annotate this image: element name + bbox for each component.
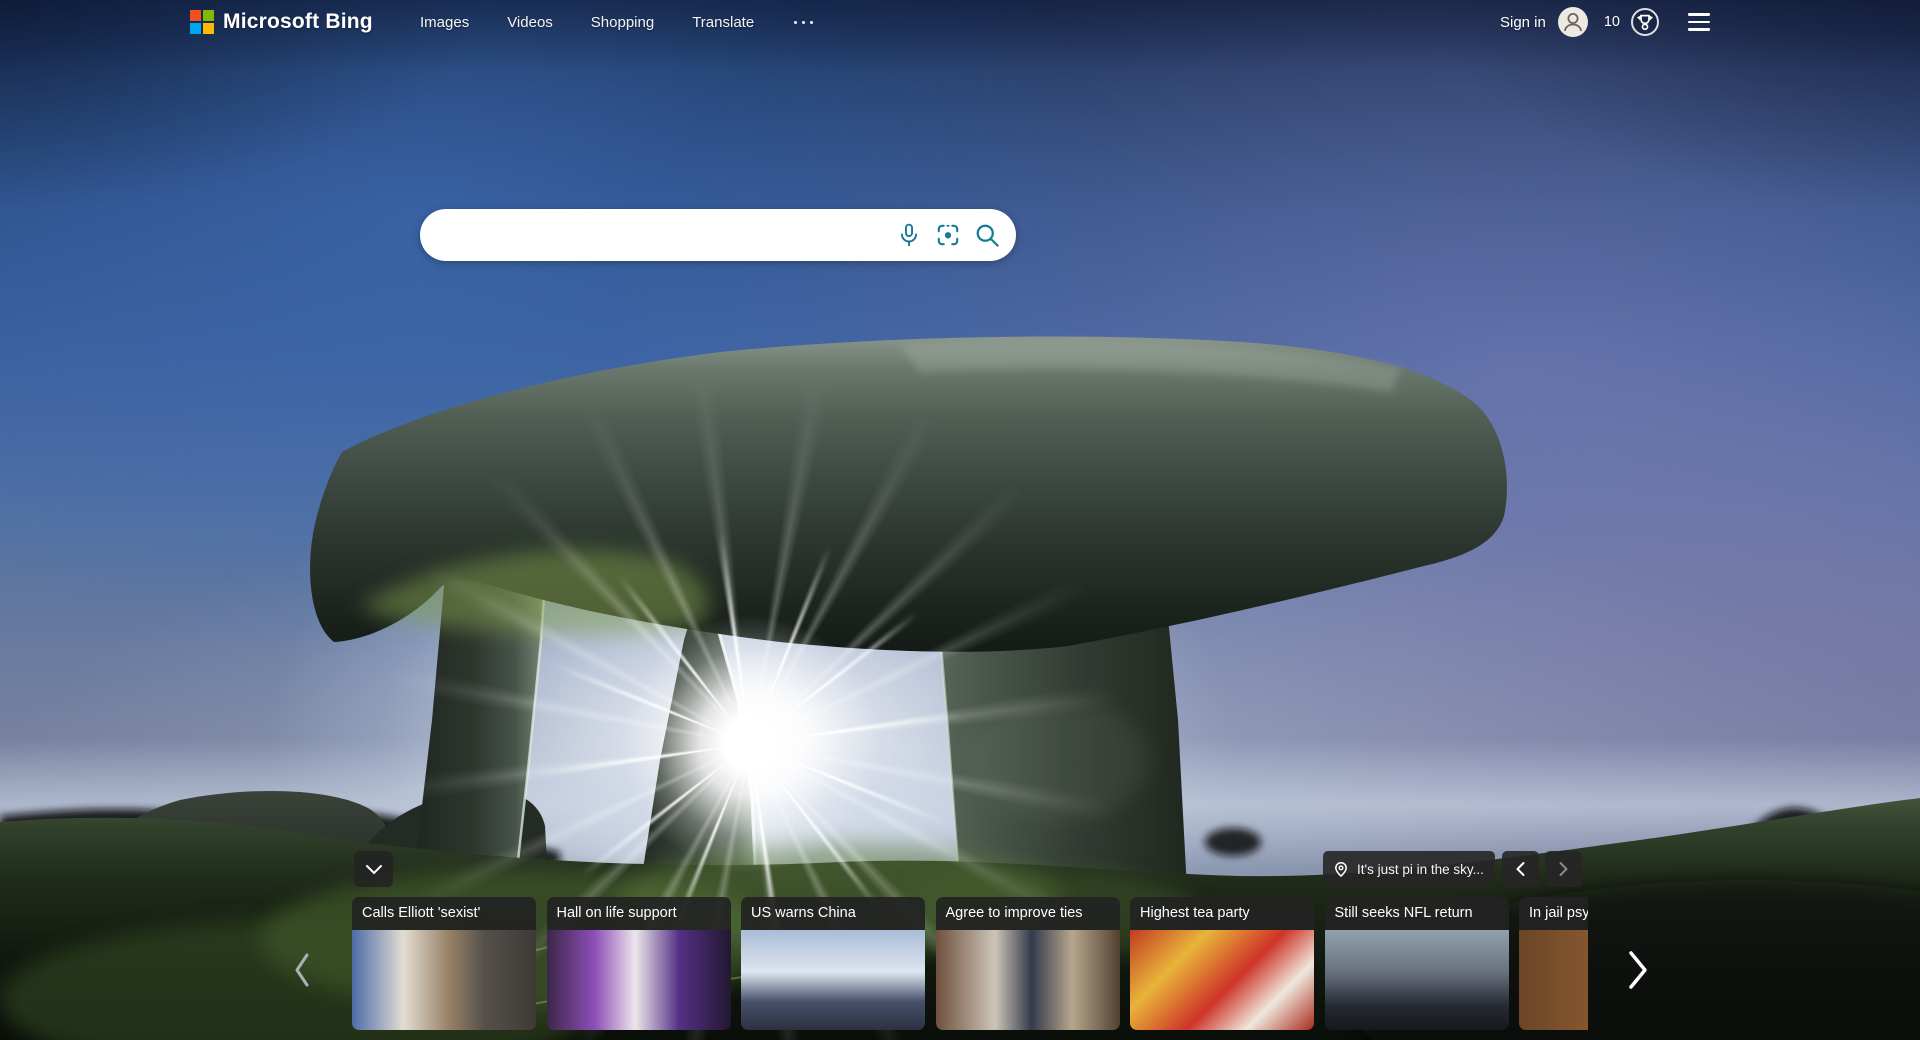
news-card-title: Hall on life support [547,897,731,930]
nav-item-videos[interactable]: Videos [507,14,553,31]
search-box [420,209,1016,261]
news-card[interactable]: Calls Elliott 'sexist' [352,897,536,1030]
logo-text: Microsoft Bing [223,10,373,34]
rewards-medal-icon[interactable] [1630,7,1660,37]
news-card-title: Highest tea party [1130,897,1314,930]
news-card[interactable]: Still seeks NFL return [1325,897,1509,1030]
top-right-cluster: Sign in 10 [1500,0,1714,44]
chevron-left-icon [292,951,312,989]
news-card-image [352,930,536,1030]
chevron-right-icon [1558,861,1569,877]
news-card-title: US warns China [741,897,925,930]
chevron-right-icon [1626,949,1650,991]
news-card-image [1130,930,1314,1030]
nav-item-images[interactable]: Images [420,14,469,31]
news-card-image [741,930,925,1030]
microsoft-logo-icon [190,10,214,34]
image-info-chip[interactable]: It's just pi in the sky... [1323,851,1495,887]
search-icons [896,222,1001,249]
search-input[interactable] [444,209,896,261]
nav-item-shopping[interactable]: Shopping [591,14,654,31]
carousel-prev-arrow[interactable] [292,951,312,992]
bing-homepage: { "header": { "brand": "Microsoft", "pro… [0,0,1920,1040]
top-bar: Microsoft Bing Images Videos Shopping Tr… [0,0,1920,70]
search-icon[interactable] [974,222,1001,249]
news-card-image [547,930,731,1030]
news-card-title: Agree to improve ties [936,897,1120,930]
news-card-image [1325,930,1509,1030]
background-photo-dolmen [0,0,1920,1040]
image-prev-button[interactable] [1502,851,1539,887]
location-pin-icon [1333,861,1349,878]
news-card-title: In jail psych [1519,897,1588,930]
news-card[interactable]: US warns China [741,897,925,1030]
chevron-left-icon [1515,861,1526,877]
carousel-next-arrow[interactable] [1626,949,1650,994]
person-icon [1558,7,1588,37]
bing-logo[interactable]: Microsoft Bing [190,10,373,34]
rewards-points[interactable]: 10 [1604,14,1620,30]
news-card[interactable]: Agree to improve ties [936,897,1120,1030]
news-card-image [1519,930,1588,1030]
news-card-image [936,930,1120,1030]
image-next-button[interactable] [1545,851,1582,887]
top-nav: Images Videos Shopping Translate [420,0,815,44]
news-card[interactable]: Highest tea party [1130,897,1314,1030]
nav-item-translate[interactable]: Translate [692,14,754,31]
news-carousel: Calls Elliott 'sexist' Hall on life supp… [352,897,1588,1030]
hamburger-menu-icon[interactable] [1684,9,1714,34]
news-card[interactable]: In jail psych [1519,897,1588,1030]
more-menu-icon[interactable] [792,15,815,30]
right-pillar-lichen [970,700,1150,820]
avatar-icon[interactable] [1558,7,1588,37]
chevron-down-icon [363,861,385,878]
news-card-title: Calls Elliott 'sexist' [352,897,536,930]
distant-bush [1205,828,1261,856]
collapse-news-button[interactable] [354,851,393,887]
news-card[interactable]: Hall on life support [547,897,731,1030]
news-card-title: Still seeks NFL return [1325,897,1509,930]
sign-in-button[interactable]: Sign in [1500,14,1546,31]
visual-search-icon[interactable] [935,222,961,248]
image-info-label: It's just pi in the sky... [1357,862,1484,877]
microphone-icon[interactable] [896,222,922,248]
